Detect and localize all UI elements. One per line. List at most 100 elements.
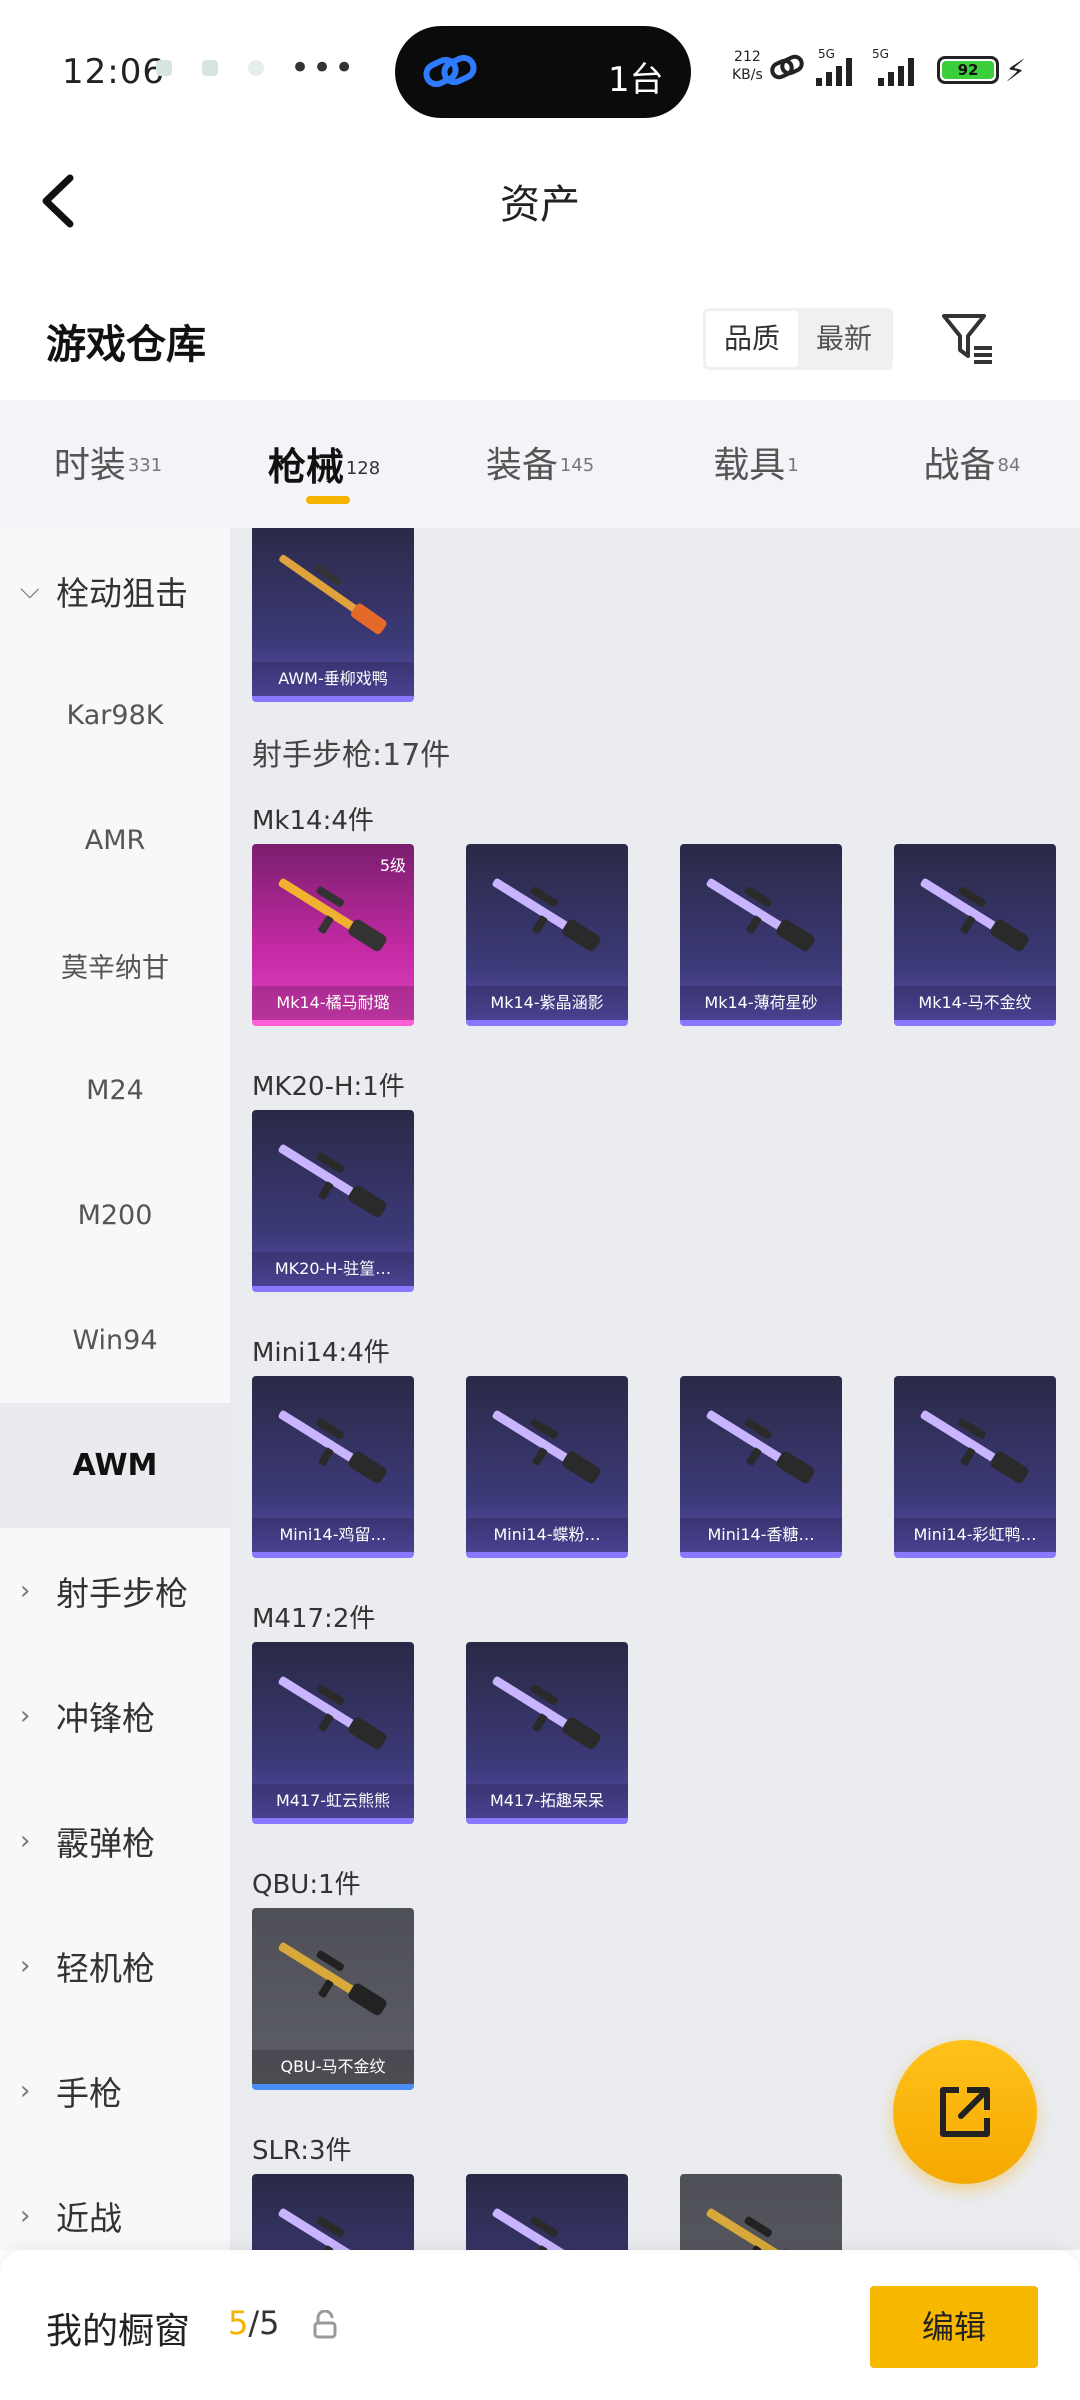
section-label: MK20-H:1件	[252, 1072, 405, 1102]
battery-icon: 92	[937, 56, 999, 84]
weapon-card[interactable]	[466, 2174, 628, 2250]
warehouse-header: 游戏仓库 品质 最新	[0, 270, 1080, 400]
rifle-icon	[492, 1410, 601, 1484]
weapon-name: Mk14-橘马耐璐	[252, 986, 414, 1020]
svg-text:5G: 5G	[872, 47, 889, 61]
rifle-icon	[278, 2208, 387, 2250]
active-tab-indicator	[306, 496, 350, 504]
weapon-card[interactable]: 5级 Mk14-橘马耐璐	[252, 844, 414, 1026]
rifle-icon	[279, 554, 387, 635]
rifle-icon	[278, 1144, 387, 1218]
sort-toggle: 品质 最新	[703, 308, 893, 370]
lock-icon	[313, 2310, 337, 2339]
app-header: 资产	[0, 130, 1080, 270]
weapon-card[interactable]: Mk14-紫晶涵影	[466, 844, 628, 1026]
weapon-type-sidebar: ⌵ 栓动狙击 Kar98K AMR 莫辛纳甘 M24 M200 Win94 AWM…	[0, 528, 230, 2250]
network-speed: 212 KB/s	[732, 49, 763, 83]
weapon-name: Mini14-彩虹鸭…	[894, 1518, 1056, 1552]
rifle-icon	[278, 1410, 387, 1484]
rifle-icon	[492, 1676, 601, 1750]
rifle-icon	[706, 2208, 815, 2250]
sidebar-item-win94[interactable]: Win94	[0, 1278, 230, 1403]
tab-vehicles[interactable]: 载具 1	[648, 400, 864, 528]
svg-text:5G: 5G	[818, 47, 835, 61]
section-label: Mk14:4件	[252, 806, 374, 836]
showcase-title: 我的橱窗	[46, 2311, 191, 2352]
more-notifications-icon: •••	[290, 48, 357, 88]
sidebar-item-mosin[interactable]: 莫辛纳甘	[0, 903, 230, 1028]
weapon-card[interactable]: Mini14-鸡留…	[252, 1376, 414, 1558]
sidebar-group-shotgun[interactable]: › 霰弹枪	[0, 1778, 230, 1903]
weapon-card[interactable]	[252, 2174, 414, 2250]
rifle-icon	[278, 1942, 387, 2016]
weapon-card[interactable]: Mk14-马不金纹	[894, 844, 1056, 1026]
sidebar-group-marksman[interactable]: › 射手步枪	[0, 1528, 230, 1653]
weapon-card[interactable]: Mini14-香糖…	[680, 1376, 842, 1558]
category-tabs: 时装 331 枪械 128 装备 145 载具 1 战备 84	[0, 400, 1080, 528]
link-icon	[423, 54, 477, 88]
sidebar-group-bolt-action[interactable]: ⌵ 栓动狙击	[0, 528, 230, 653]
category-total: 射手步枪:17件	[252, 738, 451, 773]
sidebar-group-melee[interactable]: › 近战	[0, 2153, 230, 2250]
share-button[interactable]	[893, 2040, 1037, 2184]
chevron-right-icon: ›	[20, 1950, 31, 1981]
showcase-count: 5/5	[228, 2304, 280, 2342]
chevron-right-icon: ›	[20, 1825, 31, 1856]
share-icon	[940, 2087, 990, 2137]
level-badge: 5级	[379, 856, 406, 875]
weapon-card[interactable]: Mini14-彩虹鸭…	[894, 1376, 1056, 1558]
sidebar-group-pistol[interactable]: › 手枪	[0, 2028, 230, 2153]
weapon-name: M417-虹云熊熊	[252, 1784, 414, 1818]
sidebar-item-m200[interactable]: M200	[0, 1153, 230, 1278]
sort-by-newest[interactable]: 最新	[798, 311, 890, 367]
weapon-name: Mk14-紫晶涵影	[466, 986, 628, 1020]
weapon-card[interactable]	[680, 2174, 842, 2250]
weapon-name: Mk14-薄荷星砂	[680, 986, 842, 1020]
chevron-right-icon: ›	[20, 1700, 31, 1731]
weapon-grid: AWM-垂柳戏鸭 射手步枪:17件 Mk14:4件 5级 Mk14-橘马耐璐 Mk14…	[230, 528, 1080, 2250]
weapon-name: Mini14-蝶粉…	[466, 1518, 628, 1552]
tab-guns[interactable]: 枪械 128	[216, 400, 432, 528]
weapon-name: Mk14-马不金纹	[894, 986, 1056, 1020]
weapon-name: M417-拓趣呆呆	[466, 1784, 628, 1818]
sidebar-item-m24[interactable]: M24	[0, 1028, 230, 1153]
weapon-card[interactable]: AWM-垂柳戏鸭	[252, 528, 414, 702]
notification-icon	[202, 60, 218, 76]
section-label: M417:2件	[252, 1604, 376, 1634]
rifle-icon	[920, 1410, 1029, 1484]
weapon-name: Mini14-鸡留…	[252, 1518, 414, 1552]
sidebar-group-smg[interactable]: › 冲锋枪	[0, 1653, 230, 1778]
sort-by-quality[interactable]: 品质	[706, 311, 798, 367]
notification-icon	[248, 60, 264, 76]
weapon-card[interactable]: MK20-H-驻篁…	[252, 1110, 414, 1292]
page-title: 资产	[500, 182, 580, 228]
tab-supplies[interactable]: 战备 84	[864, 400, 1080, 528]
tab-equipment[interactable]: 装备 145	[432, 400, 648, 528]
section-label: Mini14:4件	[252, 1338, 390, 1368]
chevron-right-icon: ›	[20, 1575, 31, 1606]
weapon-name: MK20-H-驻篁…	[252, 1252, 414, 1286]
weapon-name: Mini14-香糖…	[680, 1518, 842, 1552]
chevron-right-icon: ›	[20, 2200, 31, 2231]
weapon-card[interactable]: M417-拓趣呆呆	[466, 1642, 628, 1824]
warehouse-title: 游戏仓库	[46, 322, 206, 368]
sidebar-item-kar98k[interactable]: Kar98K	[0, 653, 230, 778]
sidebar-group-lmg[interactable]: › 轻机枪	[0, 1903, 230, 2028]
chevron-right-icon: ›	[20, 2075, 31, 2106]
weapon-card[interactable]: Mk14-薄荷星砂	[680, 844, 842, 1026]
weapon-card[interactable]: QBU-马不金纹	[252, 1908, 414, 2090]
sidebar-item-awm[interactable]: AWM	[0, 1403, 230, 1528]
island-count: 1台	[608, 60, 664, 100]
sidebar-item-amr[interactable]: AMR	[0, 778, 230, 903]
weapon-card[interactable]: Mini14-蝶粉…	[466, 1376, 628, 1558]
showcase-bar: 我的橱窗 5/5 编辑	[0, 2250, 1080, 2400]
rifle-icon	[278, 1676, 387, 1750]
weapon-card[interactable]: M417-虹云熊熊	[252, 1642, 414, 1824]
filter-icon[interactable]	[940, 310, 996, 366]
edit-button[interactable]: 编辑	[870, 2286, 1038, 2368]
weapon-name: QBU-马不金纹	[252, 2050, 414, 2084]
chevron-down-icon: ⌵	[20, 575, 40, 605]
tab-fashion[interactable]: 时装 331	[0, 400, 216, 528]
rifle-icon	[706, 878, 815, 952]
section-label: SLR:3件	[252, 2136, 352, 2166]
